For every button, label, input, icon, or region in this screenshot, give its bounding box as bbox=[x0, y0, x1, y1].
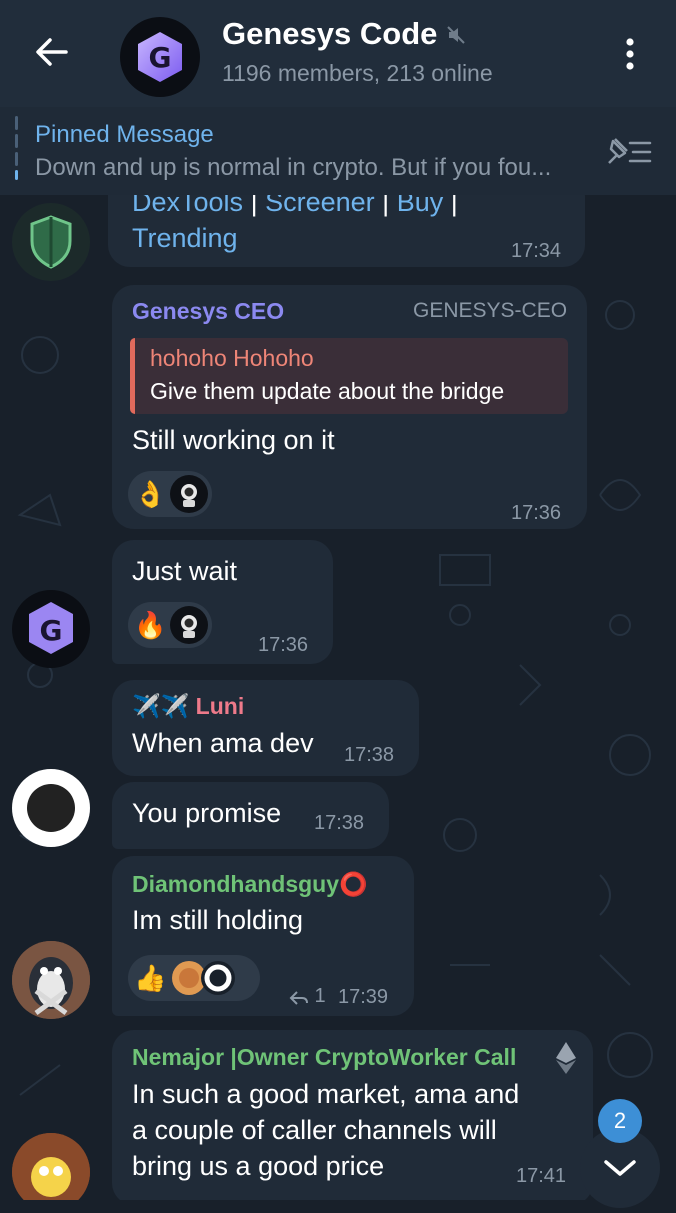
ethereum-icon bbox=[556, 1042, 576, 1074]
more-menu-button[interactable] bbox=[612, 34, 648, 74]
reaction-chip[interactable]: 🔥 bbox=[128, 602, 213, 648]
message-links-row: DexTools | Screener | Buy | bbox=[132, 195, 458, 218]
message-text: When ama dev bbox=[132, 728, 314, 758]
chat-header: G Genesys Code 1196 members, 213 online bbox=[0, 0, 676, 107]
sender-name[interactable]: Genesys CEO bbox=[132, 298, 284, 325]
link-buy[interactable]: Buy bbox=[397, 195, 444, 217]
message-time: 17:38 bbox=[344, 744, 395, 766]
chat-title-text: Genesys Code bbox=[222, 16, 438, 51]
chat-subtitle: 1196 members, 213 online bbox=[222, 60, 493, 86]
astronaut-icon bbox=[181, 484, 198, 507]
chat-title[interactable]: Genesys Code bbox=[222, 16, 467, 54]
reply-text: Give them update about the bridge bbox=[150, 378, 505, 404]
unread-count-badge: 2 bbox=[598, 1099, 642, 1143]
message-text: Im still holding bbox=[132, 905, 304, 935]
genesys-logo-icon: G bbox=[138, 32, 182, 82]
reaction-chip[interactable]: 👌 bbox=[128, 471, 213, 517]
link-separator: | bbox=[450, 195, 458, 217]
penguin-icon bbox=[12, 941, 90, 1019]
arrow-left-icon bbox=[36, 38, 68, 66]
sender-name[interactable]: Diamondhandsguy⭕ bbox=[132, 871, 368, 898]
pin-list-icon bbox=[608, 138, 652, 164]
link-separator: | bbox=[382, 195, 390, 217]
more-vertical-icon bbox=[626, 38, 634, 70]
pinned-text: Down and up is normal in crypto. But if … bbox=[35, 154, 552, 181]
sender-name[interactable]: Nemajor |Owner CryptoWorker Call bbox=[132, 1044, 516, 1071]
group-avatar[interactable]: G bbox=[120, 17, 200, 97]
reaction-chip[interactable]: 👍 bbox=[128, 955, 260, 1001]
message-list[interactable]: DexTools | Screener | Buy | Trending 17:… bbox=[0, 195, 676, 1200]
back-button[interactable] bbox=[30, 30, 74, 74]
message-text-line: a couple of caller channels will bbox=[132, 1115, 497, 1145]
sender-name[interactable]: ✈️✈️ Luni bbox=[132, 693, 244, 720]
reaction-emoji: 🔥 bbox=[134, 610, 167, 640]
astronaut-icon bbox=[181, 615, 198, 638]
message-time: 17:36 bbox=[511, 502, 562, 524]
message-time: 17:38 bbox=[314, 812, 365, 834]
link-trending[interactable]: Trending bbox=[132, 223, 238, 254]
reply-quote-bar bbox=[130, 338, 135, 414]
link-screener[interactable]: Screener bbox=[265, 195, 375, 217]
reaction-emoji: 👍 bbox=[134, 963, 167, 993]
pinned-indicator bbox=[15, 116, 18, 180]
reply-arrow-icon bbox=[289, 991, 308, 1005]
message-text: Just wait bbox=[132, 556, 238, 586]
sender-name-text: Luni bbox=[195, 693, 245, 719]
genesys-logo-icon: G bbox=[29, 602, 73, 654]
sender-emoji-prefix: ✈️✈️ bbox=[132, 693, 190, 719]
link-dextools[interactable]: DexTools bbox=[132, 195, 243, 217]
message-time: 17:36 bbox=[258, 634, 309, 656]
muted-icon bbox=[445, 18, 467, 54]
reactor-avatar bbox=[170, 606, 209, 644]
reaction-emoji: 👌 bbox=[134, 479, 167, 509]
reply-sender: hohoho Hohoho bbox=[150, 345, 314, 371]
message-text-line: bring us a good price bbox=[132, 1151, 385, 1181]
thread-replies[interactable]: 1 bbox=[288, 985, 326, 1008]
avatar-genesys[interactable]: G bbox=[12, 590, 90, 668]
avatar-shield[interactable] bbox=[12, 203, 90, 281]
pinned-list-button[interactable] bbox=[603, 135, 655, 174]
avatar-ring[interactable] bbox=[12, 769, 90, 847]
message-text: You promise bbox=[132, 798, 282, 828]
reactor-avatars bbox=[172, 961, 236, 995]
link-separator: | bbox=[250, 195, 258, 217]
reactor-avatar bbox=[170, 475, 209, 513]
message-time: 17:41 bbox=[516, 1165, 567, 1187]
circle-icon bbox=[15, 772, 87, 844]
pinned-title: Pinned Message bbox=[35, 121, 214, 148]
shield-icon bbox=[30, 215, 72, 269]
reply-count: 1 bbox=[314, 985, 326, 1007]
sender-role: GENESYS-CEO bbox=[413, 299, 568, 322]
message-text: Still working on it bbox=[132, 425, 335, 455]
homer-icon bbox=[12, 1133, 90, 1200]
message-time: 17:34 bbox=[511, 240, 562, 262]
avatar-homer[interactable] bbox=[12, 1133, 90, 1200]
message-text-line: In such a good market, ama and bbox=[132, 1079, 520, 1109]
svg-text:G: G bbox=[149, 41, 172, 74]
svg-text:G: G bbox=[40, 614, 63, 647]
message-time: 17:39 bbox=[338, 986, 389, 1008]
avatar-penguin[interactable] bbox=[12, 941, 90, 1019]
